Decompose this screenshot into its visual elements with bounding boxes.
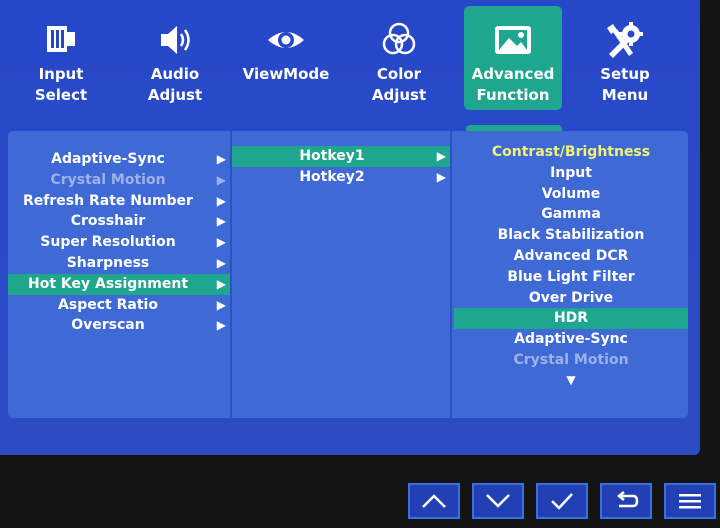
options-list: Contrast/Brightness Input Volume Gamma B… xyxy=(454,131,688,418)
menu-item-crosshair[interactable]: Crosshair ▶ xyxy=(8,211,230,232)
tab-input-select[interactable]: Input Select xyxy=(12,6,110,110)
tab-label-line2: Function xyxy=(476,86,550,104)
menu-item-overscan[interactable]: Overscan ▶ xyxy=(8,315,230,336)
tools-icon xyxy=(576,20,674,64)
chevron-down-icon xyxy=(486,494,510,508)
arrow-right-icon: ▶ xyxy=(216,255,226,270)
navigation-buttons xyxy=(408,483,720,521)
menu-panel: Adaptive-Sync ▶ Crystal Motion ▶ Refresh R… xyxy=(8,131,688,418)
option-over-drive[interactable]: Over Drive xyxy=(454,288,688,309)
checkmark-icon xyxy=(551,493,573,510)
menu-item-refresh-rate-number[interactable]: Refresh Rate Number ▶ xyxy=(8,191,230,212)
menu-item-aspect-ratio[interactable]: Aspect Ratio ▶ xyxy=(8,295,230,316)
tab-label-line1: Color xyxy=(376,65,422,83)
tab-label-line1: Advanced xyxy=(471,65,555,83)
arrow-right-icon: ▶ xyxy=(216,193,226,208)
up-button[interactable] xyxy=(408,483,460,519)
arrow-right-icon: ▶ xyxy=(216,214,226,229)
menu-item-label: Aspect Ratio xyxy=(58,296,158,313)
osd-window: Input Select Audio Adjust ViewMode Color… xyxy=(0,0,700,455)
submenu-list: Hotkey1 ▶ Hotkey2 ▶ xyxy=(230,131,452,418)
tab-audio-adjust[interactable]: Audio Adjust xyxy=(126,6,224,110)
input-select-icon xyxy=(12,20,110,64)
eye-icon xyxy=(237,20,335,64)
arrow-right-icon: ▶ xyxy=(216,276,226,291)
menu-item-super-resolution[interactable]: Super Resolution ▶ xyxy=(8,232,230,253)
hamburger-icon xyxy=(679,494,701,509)
option-blue-light-filter[interactable]: Blue Light Filter xyxy=(454,267,688,288)
menu-item-label: Crosshair xyxy=(70,213,146,230)
menu-item-sharpness[interactable]: Sharpness ▶ xyxy=(8,253,230,274)
tab-label-line2: Select xyxy=(34,86,88,104)
arrow-right-icon: ▶ xyxy=(216,152,226,166)
tab-color-adjust[interactable]: Color Adjust xyxy=(350,6,448,110)
tab-label-line1: Setup Menu xyxy=(600,65,650,104)
tab-viewmode[interactable]: ViewMode xyxy=(237,6,335,110)
arrow-right-icon: ▶ xyxy=(216,235,226,250)
option-black-stabilization[interactable]: Black Stabilization xyxy=(454,225,688,246)
advanced-function-icon xyxy=(464,20,562,64)
arrow-right-icon: ▶ xyxy=(216,318,226,333)
menu-button[interactable] xyxy=(664,483,716,519)
menu-item-adaptive-sync[interactable]: Adaptive-Sync ▶ xyxy=(8,149,230,170)
tab-label-line1: Input xyxy=(38,65,84,83)
arrow-right-icon: ▶ xyxy=(436,169,446,184)
option-adaptive-sync[interactable]: Adaptive-Sync xyxy=(454,329,688,350)
menu-item-label: Sharpness xyxy=(66,254,150,271)
arrow-right-icon: ▶ xyxy=(216,297,226,312)
menu-item-label: Super Resolution xyxy=(40,234,176,251)
menu-item-label: Hot Key Assignment xyxy=(27,275,189,292)
confirm-button[interactable] xyxy=(536,483,588,519)
menu-item-label: Crystal Motion xyxy=(50,171,166,188)
option-hdr[interactable]: HDR xyxy=(454,308,688,330)
tab-label-line2: Adjust xyxy=(147,86,203,104)
tab-label-line2: Adjust xyxy=(371,86,427,104)
menu-item-label: Adaptive-Sync xyxy=(51,151,165,167)
speaker-icon xyxy=(126,20,224,64)
submenu-item-label: Hotkey2 xyxy=(299,168,365,185)
submenu-item-hotkey2[interactable]: Hotkey2 ▶ xyxy=(232,167,450,188)
chevron-up-icon xyxy=(422,494,446,508)
down-button[interactable] xyxy=(472,483,524,519)
main-tab-bar: Input Select Audio Adjust ViewMode Color… xyxy=(0,0,700,125)
arrow-right-icon: ▶ xyxy=(436,149,446,163)
option-input[interactable]: Input xyxy=(454,163,688,184)
tab-advanced-function[interactable]: Advanced Function xyxy=(464,6,562,110)
arrow-right-icon: ▶ xyxy=(216,172,226,187)
option-gamma[interactable]: Gamma xyxy=(454,204,688,225)
tab-setup-menu[interactable]: Setup Menu xyxy=(576,6,674,110)
menu-item-crystal-motion[interactable]: Crystal Motion ▶ xyxy=(8,170,230,191)
submenu-item-hotkey1[interactable]: Hotkey1 ▶ xyxy=(232,146,450,167)
menu-item-label: Refresh Rate Number xyxy=(23,192,193,209)
option-advanced-dcr[interactable]: Advanced DCR xyxy=(454,246,688,267)
tab-label-line1: Audio xyxy=(150,65,200,83)
color-circles-icon xyxy=(350,20,448,64)
back-button[interactable] xyxy=(600,483,652,519)
submenu-item-label: Hotkey1 xyxy=(299,148,365,164)
menu-item-label: Overscan xyxy=(71,317,145,334)
return-icon xyxy=(616,491,639,508)
option-contrast-brightness[interactable]: Contrast/Brightness xyxy=(454,142,688,163)
option-volume[interactable]: Volume xyxy=(454,184,688,205)
option-crystal-motion[interactable]: Crystal Motion xyxy=(454,350,688,371)
scroll-down-icon[interactable]: ▼ xyxy=(454,371,688,389)
menu-item-hot-key-assignment[interactable]: Hot Key Assignment ▶ xyxy=(8,273,230,295)
main-menu-list: Adaptive-Sync ▶ Crystal Motion ▶ Refresh R… xyxy=(8,131,230,418)
tab-label-line1: ViewMode xyxy=(242,65,330,83)
